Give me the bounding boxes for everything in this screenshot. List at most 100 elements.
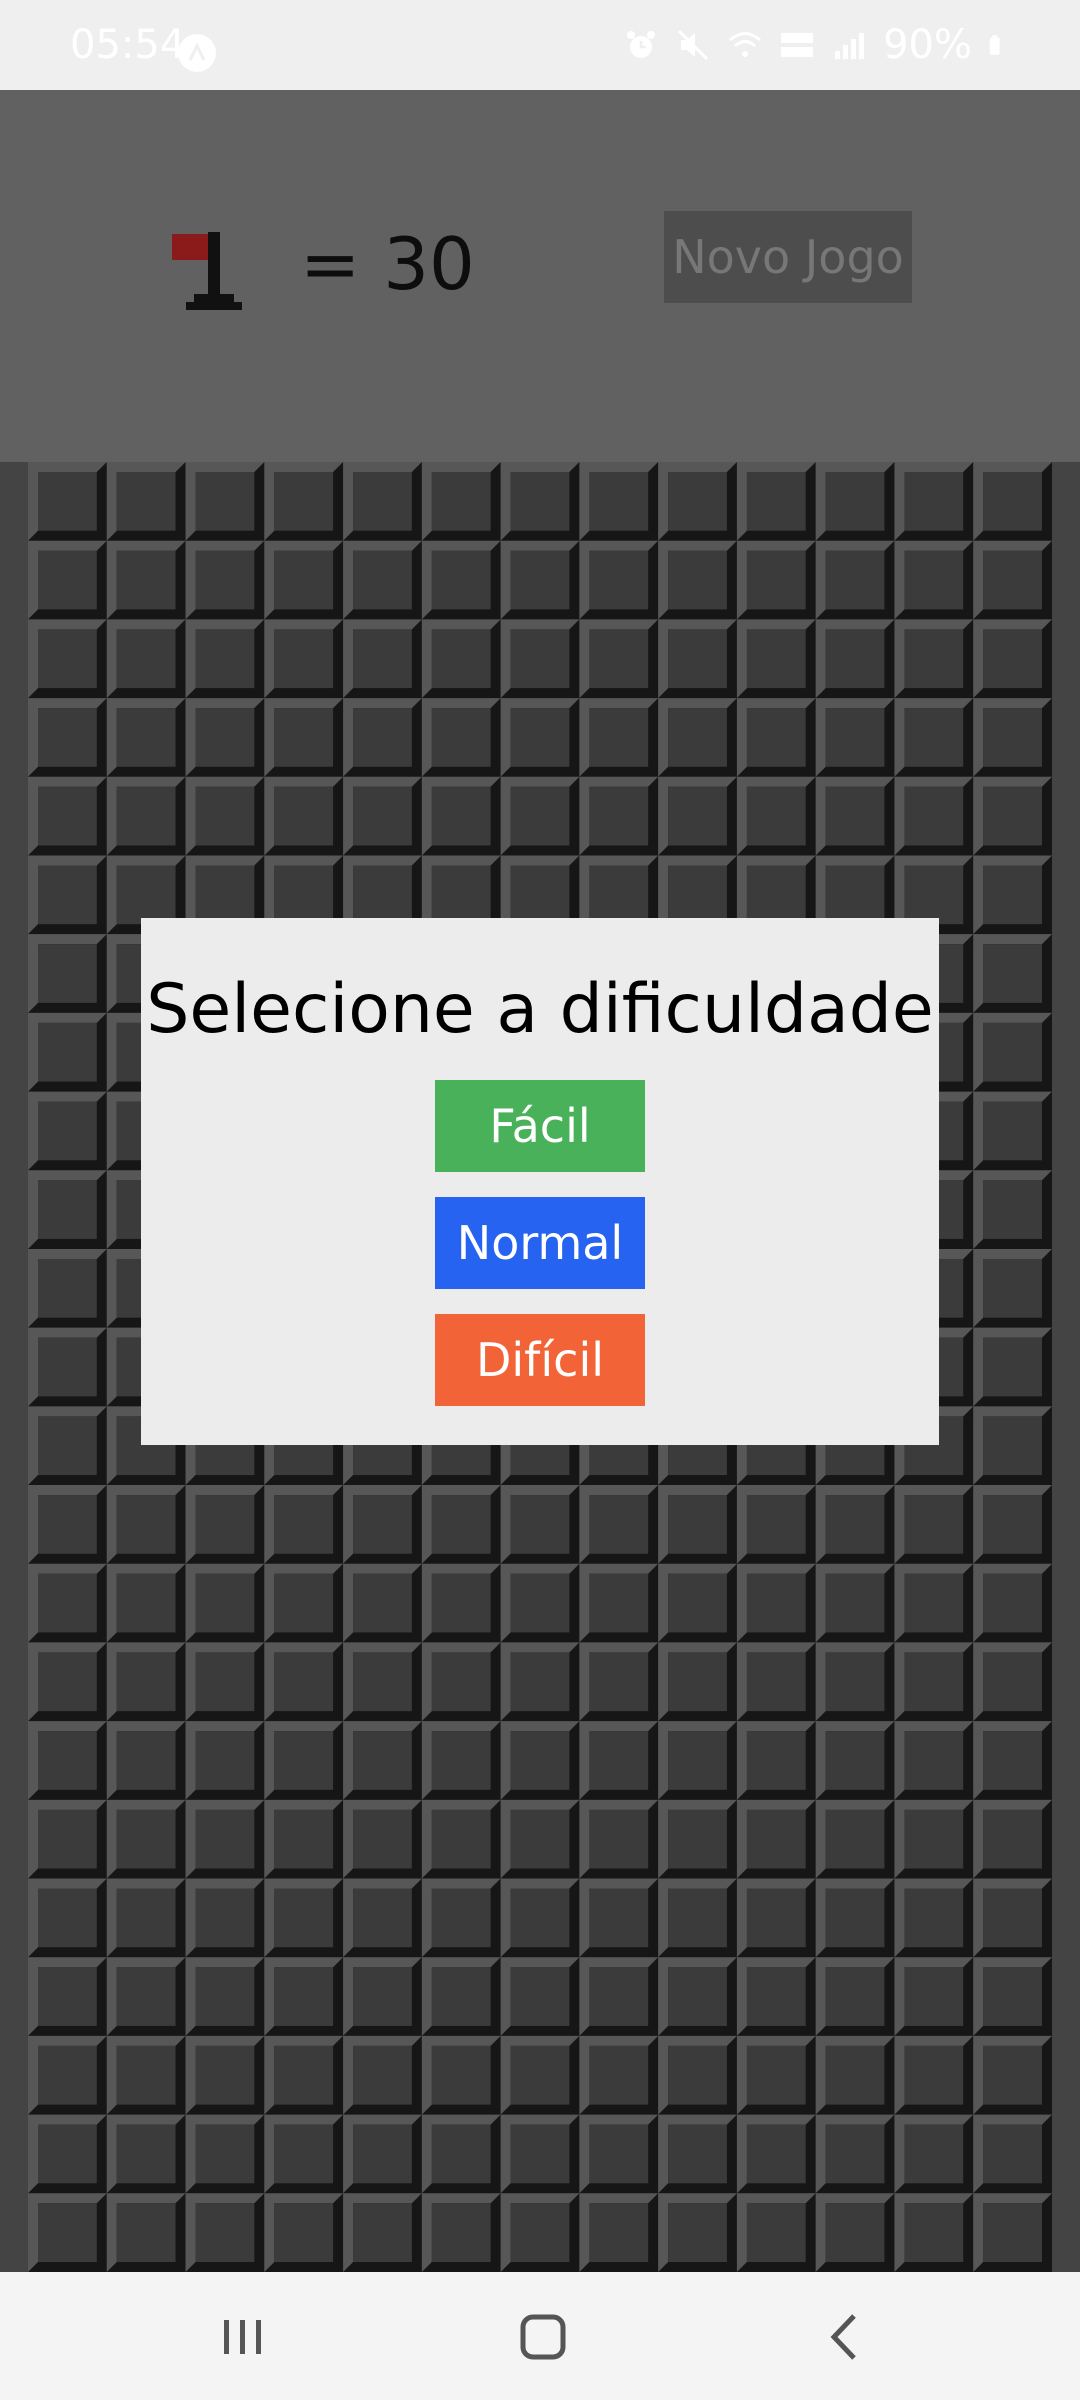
board-cell[interactable] bbox=[894, 540, 974, 620]
board-cell[interactable] bbox=[343, 698, 422, 777]
board-cell[interactable] bbox=[579, 1878, 659, 1958]
board-cell[interactable] bbox=[185, 1563, 265, 1643]
board-cell[interactable] bbox=[106, 462, 186, 541]
board-cell[interactable] bbox=[815, 1721, 895, 1800]
board-cell[interactable] bbox=[421, 1721, 501, 1800]
board-cell[interactable] bbox=[973, 1170, 1052, 1249]
board-cell[interactable] bbox=[815, 1563, 895, 1643]
board-cell[interactable] bbox=[28, 1012, 107, 1092]
board-cell[interactable] bbox=[421, 619, 501, 699]
board-cell[interactable] bbox=[894, 462, 974, 541]
board-cell[interactable] bbox=[736, 1721, 816, 1800]
board-cell[interactable] bbox=[500, 2193, 580, 2272]
board-cell[interactable] bbox=[264, 1878, 344, 1958]
board-cell[interactable] bbox=[894, 1642, 974, 1722]
board-cell[interactable] bbox=[815, 1799, 895, 1879]
board-cell[interactable] bbox=[579, 2193, 659, 2272]
board-cell[interactable] bbox=[736, 1799, 816, 1879]
board-cell[interactable] bbox=[815, 2114, 895, 2194]
board-cell[interactable] bbox=[421, 540, 501, 620]
board-cell[interactable] bbox=[28, 2035, 107, 2115]
board-cell[interactable] bbox=[500, 1799, 580, 1879]
board-cell[interactable] bbox=[658, 2035, 737, 2115]
board-cell[interactable] bbox=[264, 1721, 344, 1800]
board-cell[interactable] bbox=[973, 2193, 1052, 2272]
board-cell[interactable] bbox=[28, 540, 107, 620]
board-cell[interactable] bbox=[343, 2035, 422, 2115]
board-cell[interactable] bbox=[579, 1563, 659, 1643]
board-cell[interactable] bbox=[815, 540, 895, 620]
board-cell[interactable] bbox=[815, 462, 895, 541]
board-cell[interactable] bbox=[106, 540, 186, 620]
board-cell[interactable] bbox=[658, 1957, 737, 2036]
board-cell[interactable] bbox=[421, 1485, 501, 1564]
board-cell[interactable] bbox=[28, 698, 107, 777]
board-cell[interactable] bbox=[894, 1485, 974, 1564]
board-cell[interactable] bbox=[500, 1642, 580, 1722]
board-cell[interactable] bbox=[343, 462, 422, 541]
board-cell[interactable] bbox=[894, 2035, 974, 2115]
board-cell[interactable] bbox=[894, 2114, 974, 2194]
board-cell[interactable] bbox=[736, 1485, 816, 1564]
board-cell[interactable] bbox=[658, 1485, 737, 1564]
board-cell[interactable] bbox=[185, 2035, 265, 2115]
board-cell[interactable] bbox=[579, 1957, 659, 2036]
board-cell[interactable] bbox=[185, 1957, 265, 2036]
board-cell[interactable] bbox=[264, 619, 344, 699]
board-cell[interactable] bbox=[579, 1485, 659, 1564]
board-cell[interactable] bbox=[106, 1485, 186, 1564]
board-cell[interactable] bbox=[421, 698, 501, 777]
board-cell[interactable] bbox=[185, 1642, 265, 1722]
back-icon[interactable] bbox=[810, 2302, 880, 2372]
board-cell[interactable] bbox=[894, 2193, 974, 2272]
board-cell[interactable] bbox=[421, 2114, 501, 2194]
home-icon[interactable] bbox=[508, 2302, 578, 2372]
board-cell[interactable] bbox=[500, 2114, 580, 2194]
board-cell[interactable] bbox=[579, 462, 659, 541]
board-cell[interactable] bbox=[28, 855, 107, 935]
board-cell[interactable] bbox=[579, 2035, 659, 2115]
board-cell[interactable] bbox=[973, 2114, 1052, 2194]
board-cell[interactable] bbox=[264, 698, 344, 777]
board-cell[interactable] bbox=[343, 1485, 422, 1564]
board-cell[interactable] bbox=[973, 2035, 1052, 2115]
board-cell[interactable] bbox=[973, 934, 1052, 1013]
board-cell[interactable] bbox=[894, 1721, 974, 1800]
board-cell[interactable] bbox=[106, 2114, 186, 2194]
board-cell[interactable] bbox=[736, 1563, 816, 1643]
board-cell[interactable] bbox=[106, 619, 186, 699]
new-game-button[interactable]: Novo Jogo bbox=[664, 211, 912, 303]
board-cell[interactable] bbox=[973, 1721, 1052, 1800]
board-cell[interactable] bbox=[28, 1799, 107, 1879]
board-cell[interactable] bbox=[264, 1642, 344, 1722]
board-cell[interactable] bbox=[185, 2114, 265, 2194]
board-cell[interactable] bbox=[973, 619, 1052, 699]
board-cell[interactable] bbox=[106, 1957, 186, 2036]
board-cell[interactable] bbox=[28, 1642, 107, 1722]
board-cell[interactable] bbox=[894, 619, 974, 699]
board-cell[interactable] bbox=[894, 1563, 974, 1643]
board-cell[interactable] bbox=[343, 2114, 422, 2194]
board-cell[interactable] bbox=[894, 776, 974, 856]
board-cell[interactable] bbox=[28, 1957, 107, 2036]
board-cell[interactable] bbox=[28, 1485, 107, 1564]
board-cell[interactable] bbox=[736, 1957, 816, 2036]
board-cell[interactable] bbox=[973, 1012, 1052, 1092]
hard-button[interactable]: Difícil bbox=[435, 1314, 645, 1406]
board-cell[interactable] bbox=[106, 1799, 186, 1879]
board-cell[interactable] bbox=[421, 462, 501, 541]
board-cell[interactable] bbox=[500, 1878, 580, 1958]
board-cell[interactable] bbox=[973, 1642, 1052, 1722]
board-cell[interactable] bbox=[264, 540, 344, 620]
board-cell[interactable] bbox=[264, 776, 344, 856]
board-cell[interactable] bbox=[973, 1878, 1052, 1958]
board-cell[interactable] bbox=[28, 1721, 107, 1800]
board-cell[interactable] bbox=[894, 1799, 974, 1879]
board-cell[interactable] bbox=[579, 619, 659, 699]
board-cell[interactable] bbox=[28, 2114, 107, 2194]
board-cell[interactable] bbox=[106, 698, 186, 777]
board-cell[interactable] bbox=[736, 619, 816, 699]
board-cell[interactable] bbox=[658, 1563, 737, 1643]
board-cell[interactable] bbox=[28, 1406, 107, 1486]
board-cell[interactable] bbox=[500, 1957, 580, 2036]
